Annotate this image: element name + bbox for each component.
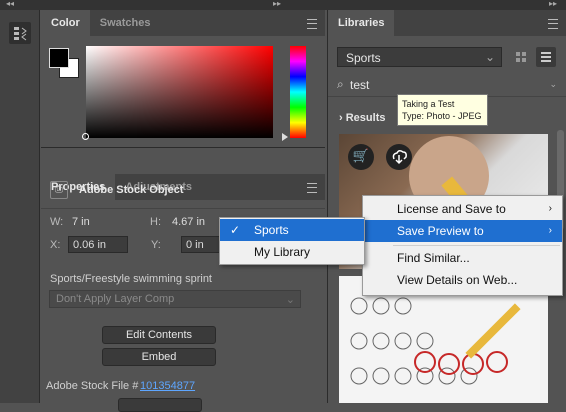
x-label: X: [50,239,61,251]
object-title: Adobe Stock Object [79,184,184,196]
width-label: W: [50,216,64,228]
hue-slider-handle-icon[interactable] [282,133,288,141]
cart-icon[interactable]: 🛒 [348,144,374,170]
grid-view-button[interactable] [512,48,530,66]
stock-file-link[interactable]: 101354877 [140,380,195,392]
save-preview-submenu: ✓ Sports My Library [219,217,365,265]
edit-contents-button[interactable]: Edit Contents [102,326,216,344]
top-strip: ◂◂ ▸▸ ▸▸ [0,0,566,10]
properties-tool-button[interactable] [9,22,31,44]
grid-view-icon [516,52,526,62]
y-position-input[interactable]: 0 in [181,236,221,253]
list-view-button[interactable] [536,47,556,67]
context-menu: License and Save to › Save Preview to › … [362,195,563,296]
cloud-download-button[interactable] [386,144,412,170]
collapse-right-icon[interactable]: ▸▸ [549,0,557,8]
color-field[interactable] [82,46,273,140]
x-position-input[interactable]: 0.06 in [68,236,128,253]
library-search-input[interactable]: test [350,78,369,92]
submenu-item-label: My Library [254,245,311,259]
menu-item-find-similar[interactable]: Find Similar... [363,247,562,269]
height-label: H: [150,216,161,228]
list-view-icon [541,52,551,62]
embed-button[interactable]: Embed [102,348,216,366]
tooltip-type: Type: Photo - JPEG [402,111,482,121]
submenu-item-sports[interactable]: ✓ Sports [220,219,364,241]
results-label: Results [345,112,386,124]
color-picker-handle[interactable] [82,133,89,140]
checkmark-icon: ✓ [230,223,241,237]
license-button[interactable] [118,398,202,412]
tab-swatches[interactable]: Swatches [90,10,161,36]
menu-item-label: View Details on Web... [397,273,518,287]
menu-item-license-and-save[interactable]: License and Save to › [363,198,562,220]
properties-icon [14,27,27,41]
height-value[interactable]: 4.67 in [172,216,205,228]
chevron-right-icon: › [548,203,552,214]
search-icon: ⌕ [337,77,344,91]
divider [41,147,325,148]
layer-comp-select-value: Don't Apply Layer Comp [56,293,175,305]
divider [41,208,325,209]
results-header[interactable]: › Results [339,112,385,124]
libraries-tabbar: Libraries [328,10,566,36]
chevron-down-icon: ⌄ [285,294,295,306]
menu-item-save-preview[interactable]: Save Preview to › [363,220,562,242]
chevron-right-icon: › [339,112,343,124]
color-panel-menu-icon[interactable] [307,19,317,29]
layer-name: Sports/Freestyle swimming sprint [50,273,212,285]
width-value[interactable]: 7 in [72,216,90,228]
tool-strip [0,10,40,403]
tooltip-title: Taking a Test [402,99,455,109]
menu-separator [393,245,560,246]
library-select[interactable]: Sports ⌄ [337,47,502,67]
menu-item-label: Find Similar... [397,251,470,265]
submenu-item-label: Sports [254,223,289,237]
hue-slider[interactable] [290,46,306,138]
layer-comp-select[interactable]: Don't Apply Layer Comp ⌄ [49,290,301,308]
stock-file-label: Adobe Stock File # [46,380,139,392]
color-tabbar: Color Swatches [41,10,325,36]
submenu-item-my-library[interactable]: My Library [220,241,364,263]
properties-panel-menu-icon[interactable] [307,183,317,193]
chevron-down-icon: ⌄ [484,50,495,64]
chevron-right-icon: › [548,225,552,236]
collapse-left-icon[interactable]: ◂◂ [6,0,14,8]
smart-object-icon: ⎙ [50,181,68,199]
libraries-panel-menu-icon[interactable] [548,19,558,29]
library-select-value: Sports [346,51,381,65]
tab-color[interactable]: Color [41,10,90,36]
foreground-color-swatch[interactable] [49,48,69,68]
collapse-mid-icon[interactable]: ▸▸ [273,0,281,8]
y-label: Y: [151,239,161,251]
cloud-download-icon [392,149,407,165]
menu-item-view-details[interactable]: View Details on Web... [363,269,562,291]
menu-item-label: License and Save to [397,202,506,216]
tooltip: Taking a Test Type: Photo - JPEG [397,94,488,126]
menu-item-label: Save Preview to [397,224,484,238]
panel-column: Color Swatches Properties Adjustments ⎙ … [41,10,325,412]
tab-libraries[interactable]: Libraries [328,10,395,36]
chevron-down-icon[interactable]: ⌄ [549,79,557,90]
